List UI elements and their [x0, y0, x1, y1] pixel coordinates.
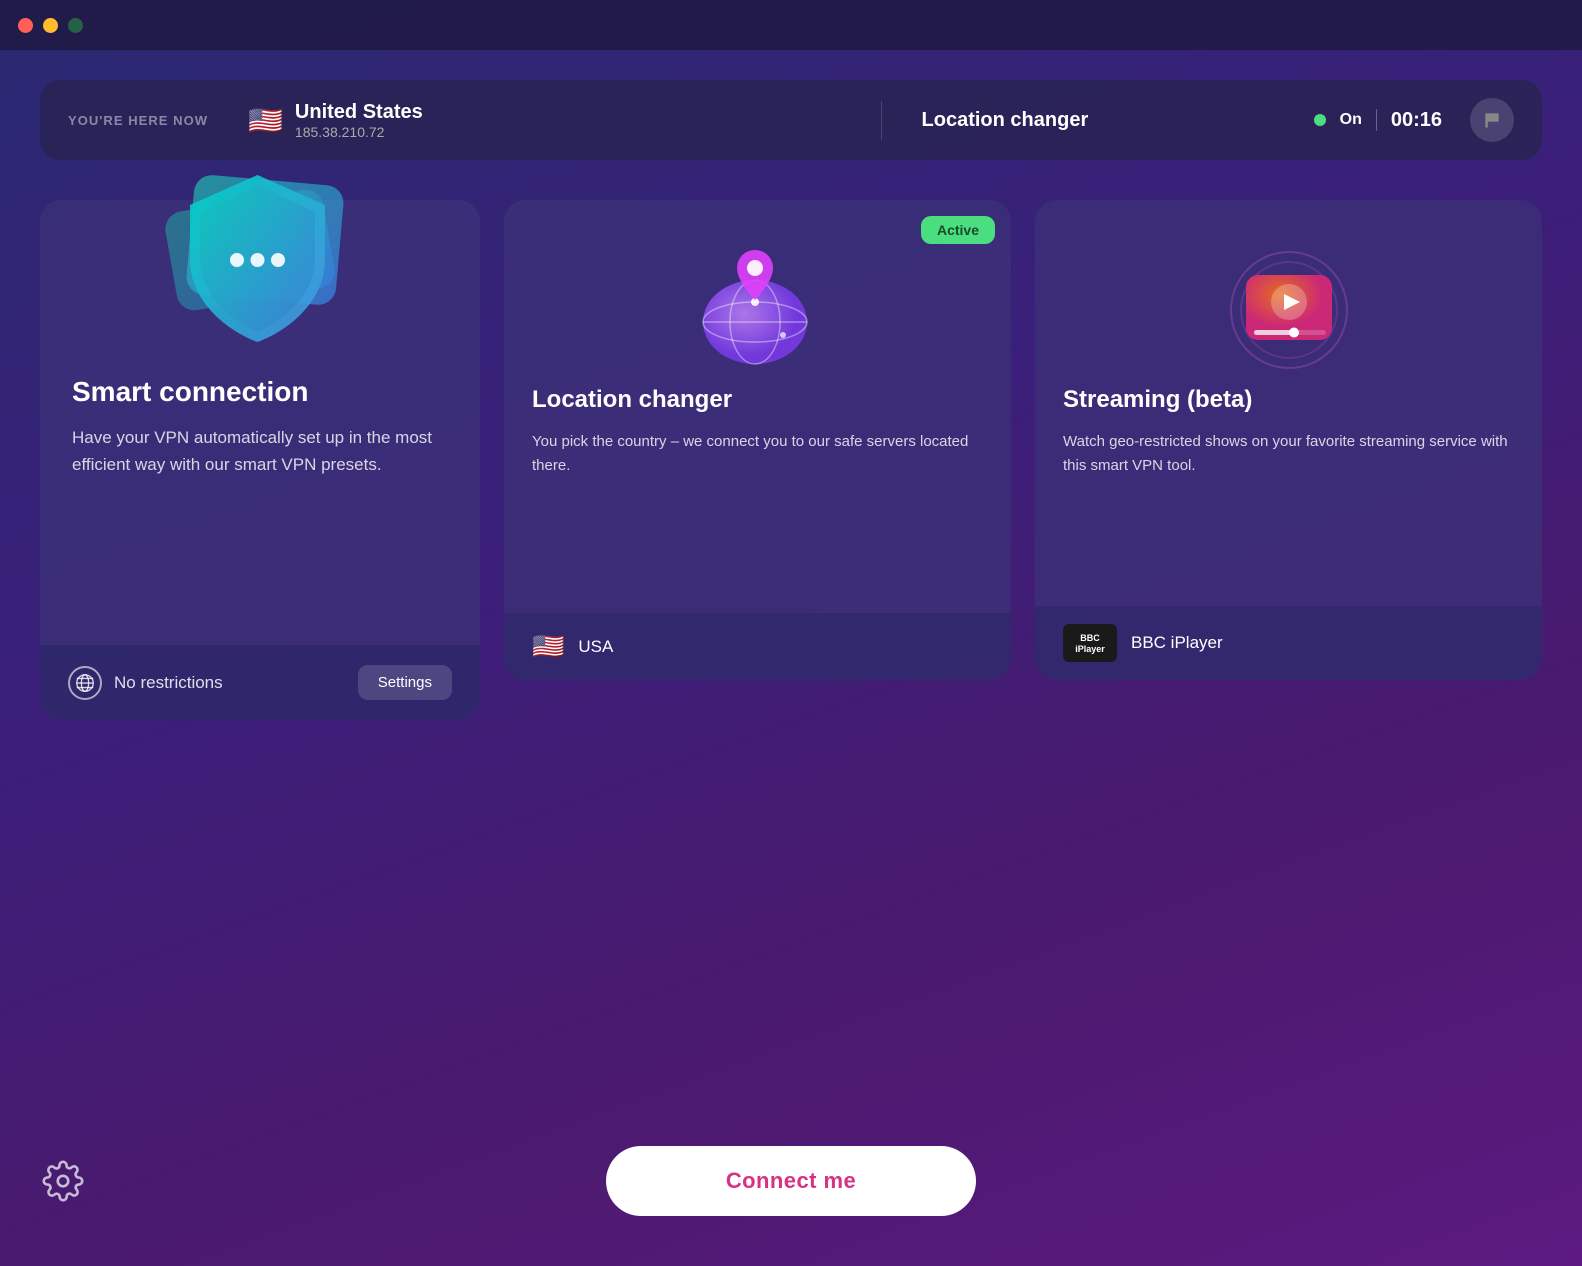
minimize-button[interactable] — [43, 18, 58, 33]
streaming-service-label: BBC iPlayer — [1131, 633, 1223, 653]
status-time: 00:16 — [1391, 109, 1442, 132]
location-flag: 🇺🇸 — [532, 631, 564, 662]
smart-card-footer: No restrictions Settings — [40, 645, 480, 720]
streaming-illustration-wrap — [1035, 200, 1542, 370]
status-divider — [1376, 109, 1377, 131]
country-name: United States — [295, 101, 423, 124]
topbar-status: On 00:16 — [1314, 98, 1514, 142]
topbar-feature: Location changer On 00:16 — [882, 98, 1514, 142]
card-smart-connection[interactable]: Smart connection Have your VPN automatic… — [40, 200, 480, 720]
streaming-card-desc: Watch geo-restricted shows on your favor… — [1063, 430, 1514, 478]
streaming-icon — [1224, 230, 1354, 370]
smart-illustration — [40, 160, 480, 360]
card-location-changer[interactable]: Active — [504, 200, 1011, 680]
bbc-iplayer-logo: BBC iPlayer — [1063, 624, 1117, 662]
flag-button[interactable] — [1470, 98, 1514, 142]
shield-main — [180, 170, 335, 345]
streaming-card-content: Streaming (beta) Watch geo-restricted sh… — [1035, 370, 1542, 606]
streaming-card-title: Streaming (beta) — [1063, 386, 1514, 414]
maximize-button[interactable] — [68, 18, 83, 33]
location-card-title: Location changer — [532, 386, 983, 414]
flag-icon — [1482, 110, 1502, 130]
location-card-bottom[interactable]: 🇺🇸 USA — [504, 613, 1011, 680]
location-country-label: USA — [578, 637, 613, 657]
active-badge: Active — [921, 216, 995, 244]
settings-gear-button[interactable] — [42, 1160, 84, 1202]
location-card-content: Location changer You pick the country – … — [504, 370, 1011, 613]
smart-card-title: Smart connection — [72, 376, 448, 408]
globe-with-pin-icon — [693, 230, 823, 370]
smart-card-content: Smart connection Have your VPN automatic… — [40, 376, 480, 615]
topbar-location: 🇺🇸 United States 185.38.210.72 — [248, 101, 881, 140]
no-restrictions-label: No restrictions — [114, 673, 223, 693]
status-dot — [1314, 114, 1326, 126]
connect-me-button[interactable]: Connect me — [606, 1146, 976, 1216]
topbar: YOU'RE HERE NOW 🇺🇸 United States 185.38.… — [40, 80, 1542, 160]
country-flag-emoji: 🇺🇸 — [248, 104, 283, 137]
topbar-you-are-here: YOU'RE HERE NOW — [68, 113, 208, 128]
bottom-area: Connect me — [0, 1146, 1582, 1216]
status-on-label: On — [1340, 111, 1362, 129]
feature-name: Location changer — [922, 109, 1089, 132]
close-button[interactable] — [18, 18, 33, 33]
location-info: United States 185.38.210.72 — [295, 101, 423, 140]
card-streaming[interactable]: Streaming (beta) Watch geo-restricted sh… — [1035, 200, 1542, 680]
location-card-desc: You pick the country – we connect you to… — [532, 430, 983, 478]
smart-card-desc: Have your VPN automatically set up in th… — [72, 424, 448, 478]
footer-left: No restrictions — [68, 666, 223, 700]
streaming-card-bottom[interactable]: BBC iPlayer BBC iPlayer — [1035, 606, 1542, 680]
smart-settings-button[interactable]: Settings — [358, 665, 452, 700]
ip-address: 185.38.210.72 — [295, 124, 423, 140]
titlebar — [0, 0, 1582, 50]
location-illustration-wrap: Active — [504, 200, 1011, 370]
globe-icon — [68, 666, 102, 700]
cards-area: Smart connection Have your VPN automatic… — [40, 200, 1542, 720]
